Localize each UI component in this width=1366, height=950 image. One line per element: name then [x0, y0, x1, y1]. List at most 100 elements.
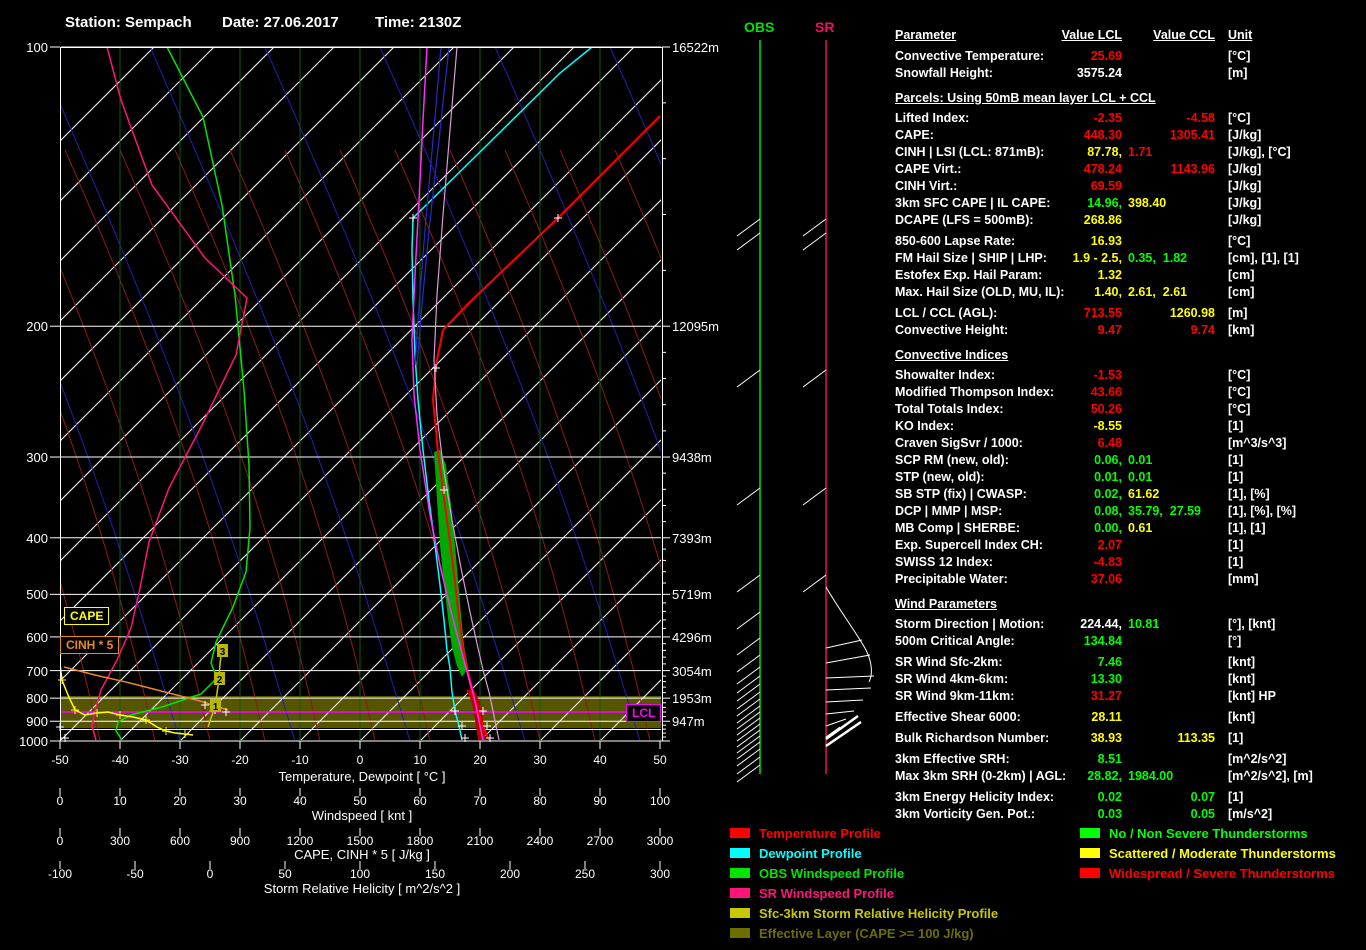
legend-swatch — [730, 928, 750, 938]
axis-tick-label: 2100 — [466, 834, 494, 848]
value-ccl: -4.58 — [1186, 111, 1216, 125]
wind-barb — [802, 487, 827, 506]
value-extra: 35.79, 27.59 — [1128, 504, 1201, 518]
unit-label: [m^2/s^2] — [1228, 752, 1287, 766]
axis-tick-label: 3000 — [646, 834, 674, 848]
height-axis-label: 16522m — [672, 40, 719, 55]
sr-hodo-arc — [825, 586, 872, 683]
pressure-axis-label: 500 — [26, 587, 48, 603]
unit-label: [1], [%], [%] — [1228, 504, 1297, 518]
unit-label: [m^2/s^2], [m] — [1228, 769, 1313, 783]
unit-label: [1], [1] — [1228, 521, 1266, 535]
wind-barb — [802, 232, 827, 251]
unit-label: [1] — [1228, 538, 1244, 552]
table-row: Convective Temperature: 25.69 [°C] — [895, 48, 1366, 65]
level-marker — [58, 676, 66, 684]
legend-label: Dewpoint Profile — [759, 845, 862, 861]
value-lcl: 13.30 — [1090, 672, 1122, 686]
wind-barb — [736, 218, 761, 237]
legend-swatch — [730, 848, 750, 858]
legend-item: Dewpoint Profile — [730, 843, 998, 863]
value-extra: 398.40 — [1128, 196, 1167, 210]
wind-barb — [736, 232, 761, 251]
legend-swatch — [730, 888, 750, 898]
value-lcl: 0.02, — [1094, 487, 1122, 501]
unit-label: [°C] — [1228, 234, 1251, 248]
axis-tick-label: -10 — [291, 753, 309, 767]
value-lcl: 25.69 — [1090, 49, 1122, 63]
value-lcl: 28.82, — [1087, 769, 1122, 783]
table-row: SR Wind 4km-6km: 13.30 [knt] — [895, 671, 1366, 688]
table-row: DCP | MMP | MSP: 0.08, 35.79, 27.59 [1], [%… — [895, 503, 1366, 520]
pressure-axis-label: 300 — [26, 450, 48, 466]
legend-item: OBS Windspeed Profile — [730, 863, 998, 883]
wind-barb — [736, 756, 761, 775]
unit-label: [J/kg] — [1228, 162, 1262, 176]
table-header-row: Parameter Value LCL Value CCL Unit — [895, 27, 1366, 44]
axis-tick-label: 50 — [278, 867, 292, 881]
pressure-axis-label: 200 — [26, 319, 48, 335]
value-lcl: -4.83 — [1093, 555, 1123, 569]
table-row: 3km Vorticity Gen. Pot.: 0.03 0.05 [m/s^2] — [895, 806, 1366, 823]
unit-label: [J/kg] — [1228, 128, 1262, 142]
wetbulb-path — [433, 48, 500, 740]
unit-label: [knt] — [1228, 655, 1256, 669]
blue-grid-line — [840, 47, 890, 741]
unit-label: [°C] — [1228, 402, 1251, 416]
legend-item: Scattered / Moderate Thunderstorms — [1080, 843, 1336, 863]
wind-barb — [736, 574, 761, 593]
unit-label: [m^3/s^3] — [1228, 436, 1287, 450]
value-lcl: 14.96, — [1087, 196, 1122, 210]
value-lcl: 87.78, — [1087, 145, 1122, 159]
axis-tick-label: 80 — [533, 794, 547, 808]
value-extra: 10.81 — [1128, 617, 1160, 631]
adiabat-line — [670, 150, 870, 741]
axis-tick-label: 60 — [413, 794, 427, 808]
temperature-profile — [431, 115, 661, 740]
pressure-axis-label: 600 — [26, 629, 48, 645]
axis-tick-label: 100 — [349, 867, 371, 881]
legend-item: No / Non Severe Thunderstorms — [1080, 823, 1336, 843]
value-ccl: 1260.98 — [1169, 306, 1215, 320]
table-row: Total Totals Index: 50.26 [°C] — [895, 401, 1366, 418]
value-lcl: -8.55 — [1093, 419, 1123, 433]
legend-label: SR Windspeed Profile — [759, 885, 894, 901]
value-extra: 0.35, 1.82 — [1128, 251, 1188, 265]
adiabat-line — [614, 149, 661, 260]
sr-fan-barb — [825, 718, 847, 727]
wind-barb — [736, 611, 761, 630]
axis-tick-label: 20 — [473, 753, 487, 767]
unit-label: [cm] — [1228, 285, 1255, 299]
lcl-label-box: LCL — [626, 704, 662, 722]
wind-barb — [736, 764, 761, 783]
legend-item: Sfc-3km Storm Relative Helicity Profile — [730, 903, 998, 923]
table-row: Lifted Index: -2.35 -4.58 [°C] — [895, 110, 1366, 127]
axis-tick-label: 1500 — [346, 834, 374, 848]
value-lcl: 224.44, — [1080, 617, 1122, 631]
legend-label: Temperature Profile — [759, 825, 881, 841]
table-row: 850-600 Lapse Rate: 16.93 [°C] — [895, 233, 1366, 250]
unit-label: [km] — [1228, 323, 1255, 337]
parameter-table: Parameter Value LCL Value CCL Unit Convectiv… — [895, 27, 1366, 823]
adiabat-line — [725, 150, 890, 741]
table-row: Showalter Index: -1.53 [°C] — [895, 367, 1366, 384]
table-row: CAPE: 448.30 1305.41 [J/kg] — [895, 127, 1366, 144]
table-row: Modified Thompson Index: 43.66 [°C] — [895, 384, 1366, 401]
obs-column-header: OBS — [744, 19, 775, 35]
wind-barb — [736, 369, 761, 388]
value-extra: 1984.00 — [1128, 769, 1174, 783]
axis-tick-label: -30 — [171, 753, 189, 767]
blue-grid-line — [725, 47, 890, 741]
adiabat-line — [394, 149, 596, 740]
unit-label: [°C] — [1228, 385, 1251, 399]
adiabat-line — [780, 150, 890, 741]
table-row: Bulk Richardson Number: 38.93 113.35 [1] — [895, 730, 1366, 747]
pressure-axis-label: 400 — [26, 530, 48, 546]
svg-text:3: 3 — [220, 647, 226, 658]
wind-barb — [736, 748, 761, 767]
wind-barb — [802, 369, 827, 388]
wind-barb — [736, 637, 761, 656]
unit-label: [knt] — [1228, 710, 1256, 724]
value-lcl: 6.48 — [1097, 436, 1122, 450]
value-extra: 1.71 — [1128, 145, 1153, 159]
